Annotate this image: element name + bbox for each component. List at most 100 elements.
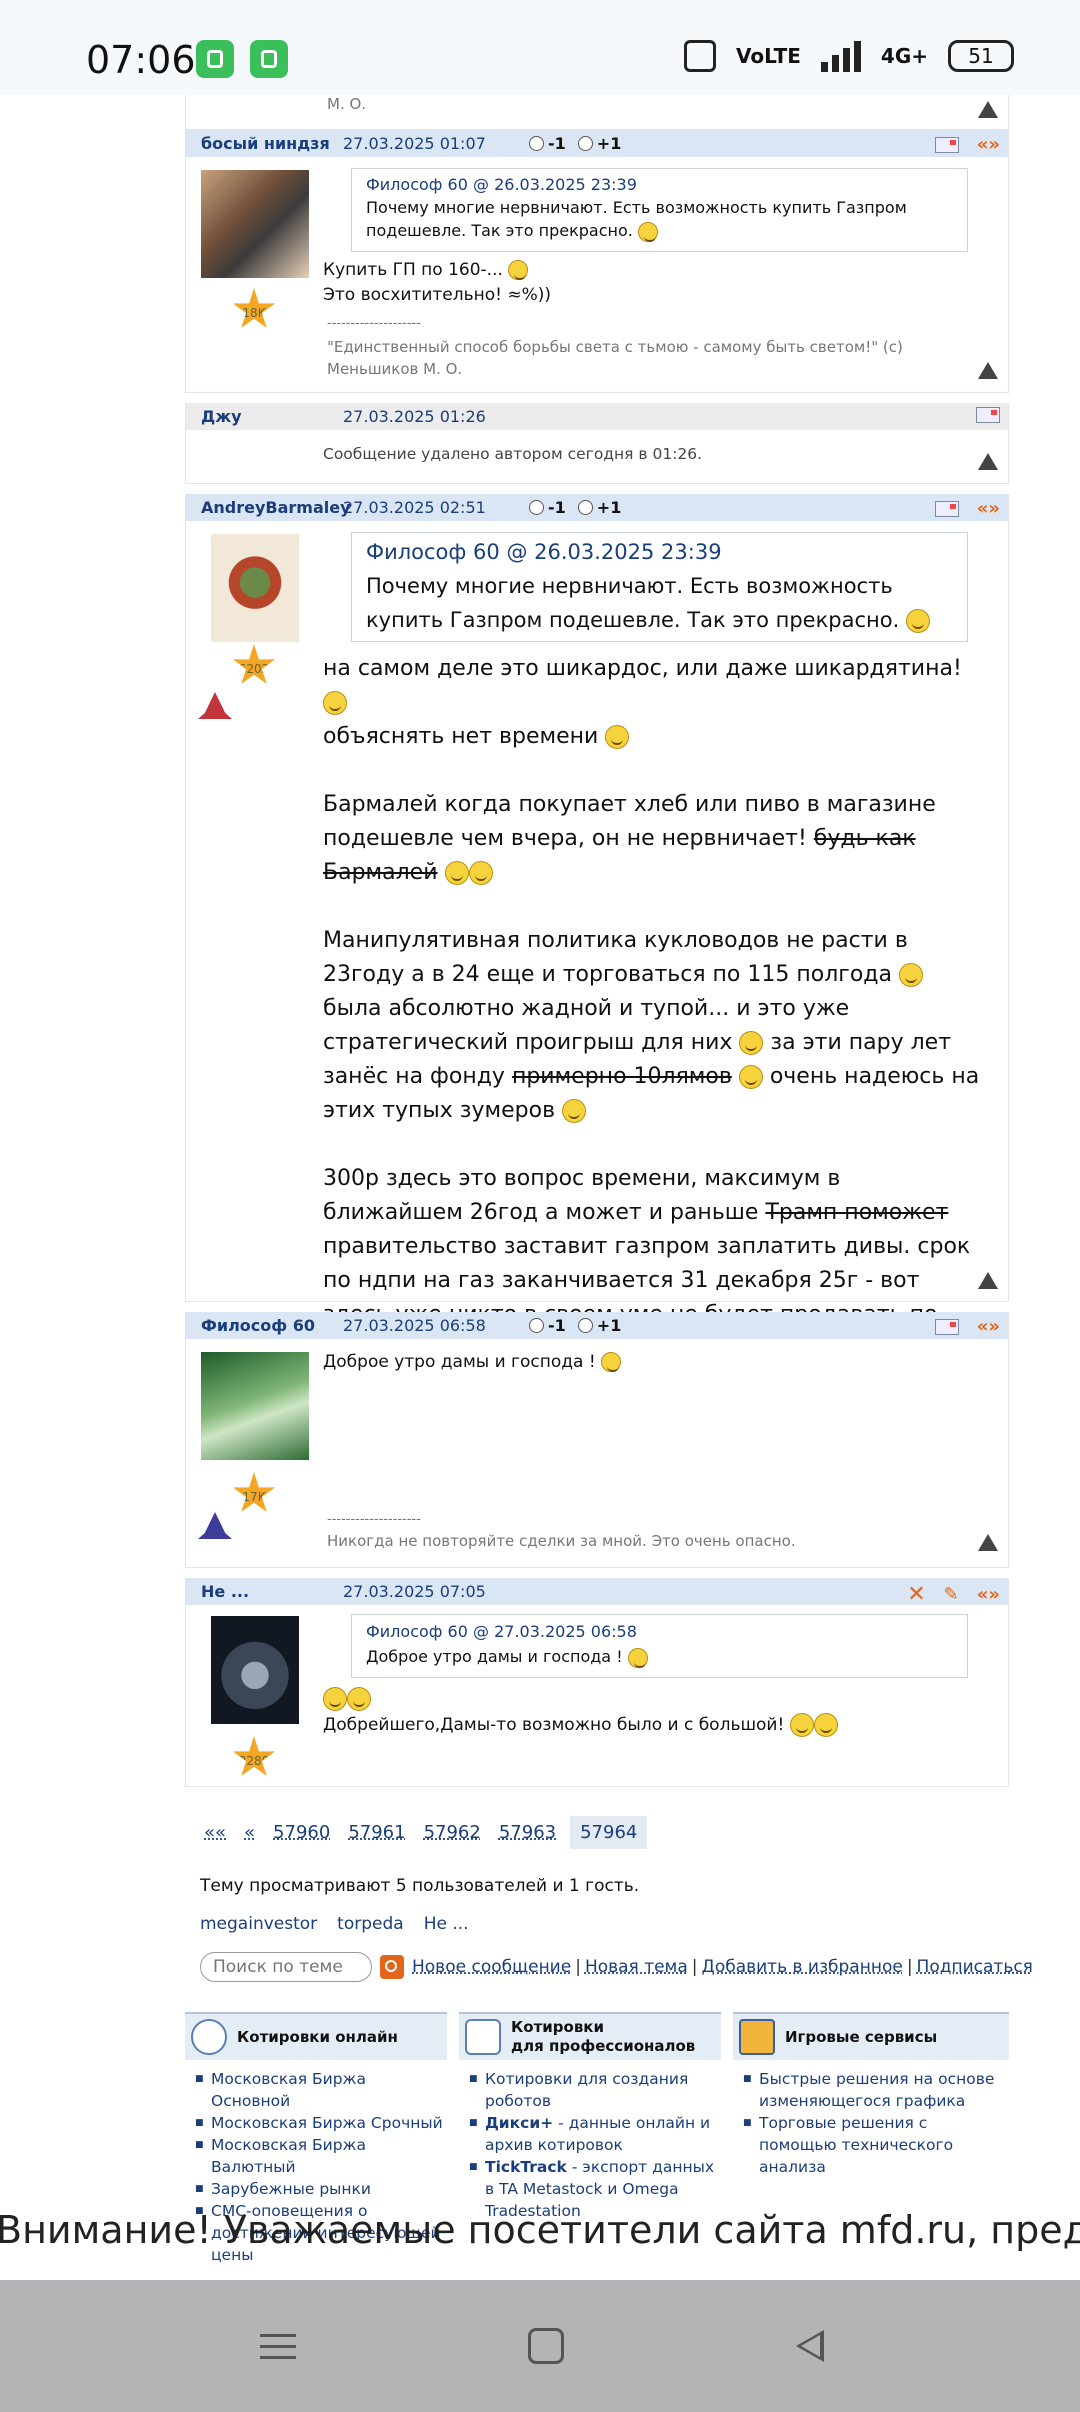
message-icon[interactable]: [934, 500, 959, 517]
first-page-link[interactable]: ««: [200, 1816, 230, 1849]
rating-star-icon: 18K: [232, 288, 276, 329]
avatar[interactable]: [211, 1616, 299, 1724]
quote-date[interactable]: 26.03.2025 23:39: [494, 175, 637, 194]
paragraph: на самом деле это шикардос, или даже шик…: [323, 656, 962, 749]
avatar[interactable]: [211, 534, 299, 642]
post-date[interactable]: 27.03.2025 06:58: [343, 1316, 529, 1335]
footer-link[interactable]: Московская Биржа Основной: [185, 2068, 447, 2112]
quote-header: Философ 60 @ 27.03.2025 06:58: [366, 1619, 953, 1644]
quote-author[interactable]: Философ 60: [366, 540, 500, 564]
smile-emoji-icon: [347, 1687, 371, 1711]
back-icon[interactable]: [792, 2326, 832, 2366]
footer-link[interactable]: Котировки для создания роботов: [459, 2068, 721, 2112]
report-icon[interactable]: [978, 1272, 998, 1289]
vote-minus-label: -1: [548, 1316, 566, 1335]
post-date[interactable]: 27.03.2025 01:26: [343, 407, 529, 426]
message-icon[interactable]: [976, 407, 1000, 423]
footer-heading[interactable]: Котировки онлайн: [185, 2012, 447, 2060]
nerd-emoji-icon: [468, 861, 493, 885]
footer-link[interactable]: Московская Биржа Валютный: [185, 2134, 447, 2178]
post-author[interactable]: Не ...: [186, 1582, 343, 1601]
vote-minus[interactable]: -1: [529, 134, 566, 153]
avatar[interactable]: [201, 1352, 309, 1460]
avatar[interactable]: [201, 170, 309, 278]
smile-emoji-icon: [508, 260, 529, 280]
rating-star-icon: 6202: [232, 644, 276, 685]
delete-icon[interactable]: ✕: [907, 1582, 925, 1607]
prev-page-link[interactable]: «: [240, 1816, 259, 1849]
vote-plus-label: +1: [596, 134, 622, 153]
add-favorite-link[interactable]: Добавить в избранное: [702, 1957, 903, 1977]
new-post-link[interactable]: Новое сообщение: [412, 1957, 571, 1977]
vote-minus-label: -1: [548, 498, 566, 517]
viewer-user-link[interactable]: Не ...: [424, 1914, 469, 1934]
footer-link[interactable]: Торговые решения с помощью технического …: [733, 2112, 1009, 2178]
page-link[interactable]: 57961: [344, 1816, 409, 1849]
quote-date[interactable]: 27.03.2025 06:58: [494, 1622, 637, 1641]
vote-plus-radio[interactable]: [577, 136, 593, 151]
wizard-hat-icon: [198, 692, 232, 719]
post-body: на самом деле это шикардос, или даже шик…: [323, 652, 983, 1366]
vote-plus-radio[interactable]: [577, 1318, 593, 1333]
footer-link[interactable]: Зарубежные рынки: [185, 2178, 447, 2200]
quote-date[interactable]: 26.03.2025 23:39: [534, 540, 721, 564]
vote-plus[interactable]: +1: [577, 498, 621, 517]
post-line: Это восхитительно! ≈%)): [323, 285, 552, 305]
post-date[interactable]: 27.03.2025 02:51: [343, 498, 529, 517]
grin-emoji-icon: [323, 1687, 347, 1711]
viewer-user-link[interactable]: torpeda: [337, 1914, 404, 1934]
home-icon[interactable]: [528, 2328, 564, 2364]
post-date[interactable]: 27.03.2025 07:05: [343, 1582, 529, 1601]
message-icon[interactable]: [934, 136, 959, 153]
quote-at: @: [473, 1622, 489, 1641]
footer-link[interactable]: Дикси+ - данные онлайн и архив котировок: [459, 2112, 721, 2156]
footer-link[interactable]: Быстрые решения на основе изменяющегося …: [733, 2068, 1009, 2112]
quote-author[interactable]: Философ 60: [366, 1622, 468, 1641]
report-icon[interactable]: [978, 453, 998, 470]
gears-icon: [465, 2019, 501, 2055]
viewer-user-link[interactable]: megainvestor: [200, 1914, 317, 1934]
footer-link[interactable]: Московская Биржа Срочный: [185, 2112, 447, 2134]
vote-minus-radio[interactable]: [529, 1318, 544, 1333]
signature: "Единственный способ борьбы света с тьмо…: [327, 338, 903, 378]
quote-text: Почему многие нервничают. Есть возможнос…: [366, 198, 907, 242]
post-author[interactable]: AndreyBarmaley: [186, 498, 351, 517]
quote-icon[interactable]: «»: [977, 1316, 1000, 1337]
paragraph: Бармалей когда покупает хлеб или пиво в …: [323, 792, 936, 885]
quote-icon[interactable]: «»: [977, 1584, 1000, 1605]
report-icon[interactable]: [978, 1534, 998, 1551]
page-link[interactable]: 57962: [420, 1816, 485, 1849]
report-icon[interactable]: [978, 101, 998, 118]
post-body: Купить ГП по 160-... Это восхитительно! …: [323, 258, 551, 308]
vote-minus[interactable]: -1: [529, 498, 566, 517]
page-link[interactable]: 57963: [495, 1816, 560, 1849]
quote-author[interactable]: Философ 60: [366, 175, 468, 194]
post-author[interactable]: Джу: [186, 407, 343, 426]
menu-icon[interactable]: [260, 2326, 300, 2366]
report-icon[interactable]: [978, 362, 998, 379]
footer-heading[interactable]: Игровые сервисы: [733, 2012, 1009, 2060]
search-icon[interactable]: [380, 1955, 404, 1979]
quote-icon[interactable]: «»: [977, 498, 1000, 519]
message-icon[interactable]: [934, 1318, 959, 1335]
post-author[interactable]: Философ 60: [186, 1316, 343, 1335]
subscribe-link[interactable]: Подписаться: [917, 1957, 1033, 1977]
vote-plus-radio[interactable]: [577, 500, 593, 515]
vote-minus-radio[interactable]: [529, 500, 544, 515]
post-date[interactable]: 27.03.2025 01:07: [343, 134, 529, 153]
vote-plus[interactable]: +1: [577, 1316, 621, 1335]
footer-heading[interactable]: Котировки для профессионалов: [459, 2012, 721, 2060]
page-link[interactable]: 57960: [269, 1816, 334, 1849]
topic-links: Новое сообщение | Новая тема | Добавить в из…: [412, 1957, 1033, 1977]
topic-search-input[interactable]: [200, 1952, 372, 1982]
post-header: AndreyBarmaley 27.03.2025 02:51 -1 +1 «»: [186, 494, 1008, 521]
edit-icon[interactable]: ✎: [944, 1584, 959, 1605]
vote-minus[interactable]: -1: [529, 1316, 566, 1335]
clock-icon: [191, 2019, 227, 2055]
vote-minus-label: -1: [548, 134, 566, 153]
new-topic-link[interactable]: Новая тема: [585, 1957, 688, 1977]
post-author[interactable]: босый ниндзя: [186, 134, 343, 153]
quote-icon[interactable]: «»: [977, 134, 1000, 155]
vote-plus[interactable]: +1: [577, 134, 622, 153]
vote-minus-radio[interactable]: [529, 136, 544, 151]
